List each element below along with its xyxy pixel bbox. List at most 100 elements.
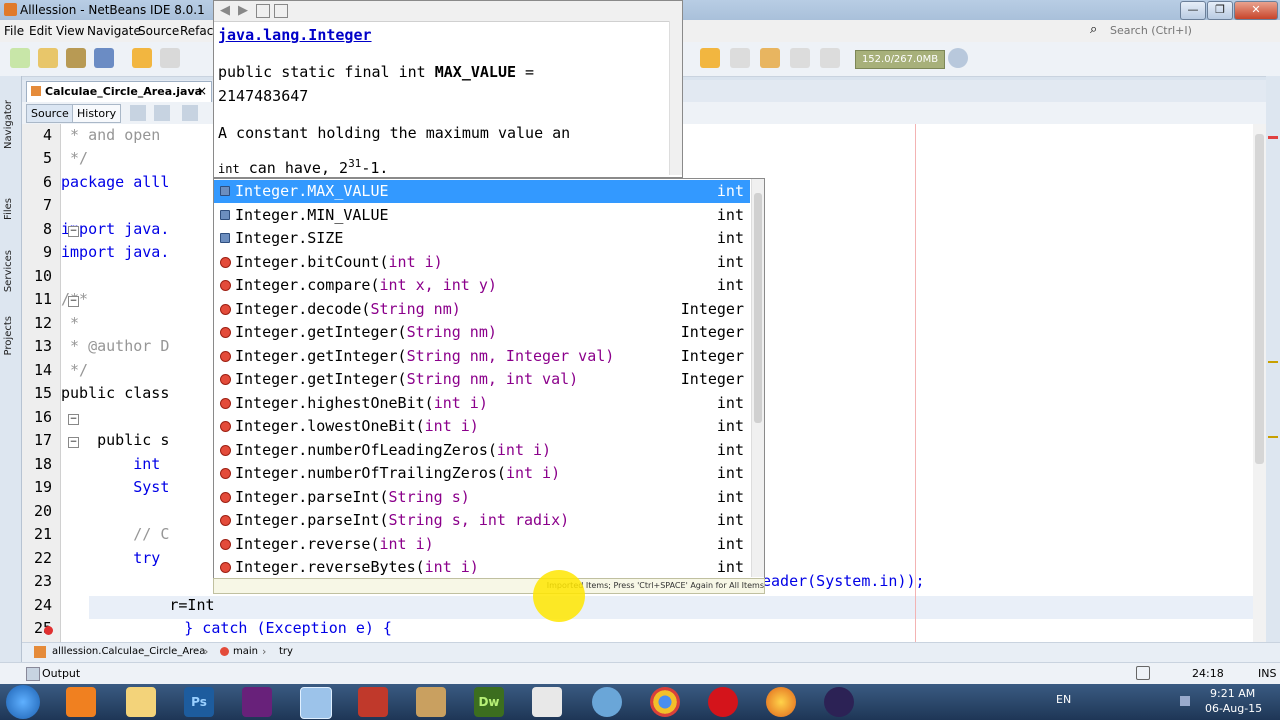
completion-item[interactable]: Integer.compare(int x, int y) int	[214, 274, 750, 297]
fold-toggle-icon[interactable]: −	[68, 226, 79, 237]
undo-icon[interactable]	[132, 48, 152, 68]
menu-source[interactable]: Source	[138, 24, 179, 38]
fold-toggle-icon[interactable]: −	[68, 437, 79, 448]
scrollbar-thumb[interactable]	[1255, 134, 1264, 464]
goto-source-icon[interactable]	[274, 4, 288, 18]
tools-icon[interactable]	[416, 687, 446, 717]
error-mark[interactable]	[1268, 136, 1278, 139]
completion-item[interactable]: Integer.getInteger(String nm) Integer	[214, 321, 750, 344]
fold-toggle-icon[interactable]: −	[68, 414, 79, 425]
javadoc-scrollbar[interactable]	[669, 21, 682, 175]
netbeans-icon	[4, 3, 17, 16]
completion-scrollbar[interactable]	[751, 179, 764, 577]
javadoc-class-link[interactable]: java.lang.Integer	[218, 26, 372, 44]
completion-name: Integer.getInteger(	[235, 346, 407, 365]
completion-item[interactable]: Integer.numberOfTrailingZeros(int i) int	[214, 462, 750, 485]
download-icon[interactable]	[700, 48, 720, 68]
clock-date[interactable]: 06-Aug-15	[1205, 702, 1262, 715]
back-arrow-icon[interactable]: ◀	[220, 3, 230, 18]
projects-tab[interactable]: Projects	[3, 316, 14, 355]
window-icon[interactable]	[532, 687, 562, 717]
right-margin-line	[915, 124, 916, 642]
completion-item[interactable]: Integer.reverse(int i) int	[214, 533, 750, 556]
error-marker-icon[interactable]	[44, 626, 53, 635]
attach-icon[interactable]	[820, 48, 840, 68]
gc-icon[interactable]	[948, 48, 968, 68]
editor-vertical-scrollbar[interactable]	[1253, 124, 1266, 642]
debug-icon[interactable]	[760, 48, 780, 68]
firefox-icon[interactable]	[766, 687, 796, 717]
completion-item[interactable]: Integer.parseInt(String s) int	[214, 486, 750, 509]
line-number: 4	[22, 126, 58, 148]
notifications-icon[interactable]	[1136, 666, 1150, 680]
history-tab[interactable]: History	[72, 104, 122, 123]
save-all-icon[interactable]	[94, 48, 114, 68]
clean-build-icon[interactable]	[730, 48, 750, 68]
completion-item[interactable]: Integer.MIN_VALUE int	[214, 204, 750, 227]
visual-studio-icon[interactable]	[242, 687, 272, 717]
fold-toggle-icon[interactable]: −	[68, 296, 79, 307]
files-tab[interactable]: Files	[3, 198, 14, 220]
photoshop-icon[interactable]: Ps	[184, 687, 214, 717]
menu-view[interactable]: View	[56, 24, 84, 38]
completion-item[interactable]: Integer.numberOfLeadingZeros(int i) int	[214, 439, 750, 462]
maximize-button[interactable]: ❐	[1207, 1, 1233, 20]
back-icon[interactable]	[154, 105, 170, 121]
tray-flag-icon[interactable]	[1180, 696, 1190, 706]
profile-icon[interactable]	[790, 48, 810, 68]
network-icon[interactable]	[592, 687, 622, 717]
services-tab[interactable]: Services	[3, 250, 14, 292]
last-edit-icon[interactable]	[130, 105, 146, 121]
language-indicator[interactable]: EN	[1056, 693, 1071, 706]
memory-indicator[interactable]: 152.0/267.0MB	[855, 50, 945, 69]
breadcrumb-block[interactable]: try	[279, 646, 293, 657]
open-project-icon[interactable]	[66, 48, 86, 68]
forward-arrow-icon[interactable]: ▶	[238, 3, 248, 18]
breadcrumb-method[interactable]: main	[233, 646, 258, 657]
close-button[interactable]: ✕	[1234, 1, 1278, 20]
warning-mark[interactable]	[1268, 361, 1278, 363]
output-tab[interactable]: Output	[42, 667, 80, 680]
completion-item[interactable]: Integer.getInteger(String nm, Integer va…	[214, 345, 750, 368]
breadcrumb-class[interactable]: alllession.Calculae_Circle_Area	[52, 646, 205, 657]
completion-item[interactable]: Integer.parseInt(String s, int radix) int	[214, 509, 750, 532]
completion-item[interactable]: Integer.MAX_VALUE int	[214, 180, 750, 203]
media-player-icon[interactable]	[66, 687, 96, 717]
navigator-tab[interactable]: Navigator	[3, 100, 14, 149]
completion-item-name: Integer.MIN_VALUE	[235, 204, 389, 227]
dreamweaver-icon[interactable]: Dw	[474, 687, 504, 717]
menu-file[interactable]: File	[4, 24, 24, 38]
completion-item[interactable]: Integer.SIZE int	[214, 227, 750, 250]
completion-item[interactable]: Integer.reverseBytes(int i) int	[214, 556, 750, 579]
completion-item[interactable]: Integer.bitCount(int i) int	[214, 251, 750, 274]
chrome-icon[interactable]	[650, 687, 680, 717]
explorer-icon[interactable]	[126, 687, 156, 717]
search-input[interactable]	[1108, 22, 1262, 39]
new-project-icon[interactable]	[38, 48, 58, 68]
line-number: 6	[22, 173, 58, 195]
tab-close-icon[interactable]: ×	[197, 84, 207, 98]
completion-item[interactable]: Integer.decode(String nm) Integer	[214, 298, 750, 321]
completion-item[interactable]: Integer.lowestOneBit(int i) int	[214, 415, 750, 438]
virtualbox-icon[interactable]	[300, 687, 332, 719]
tab-calculae-circle-area[interactable]: Calculae_Circle_Area.java ×	[26, 81, 212, 102]
completion-item[interactable]: Integer.getInteger(String nm, int val) In…	[214, 368, 750, 391]
menu-edit[interactable]: Edit	[29, 24, 52, 38]
filezilla-icon[interactable]	[358, 687, 388, 717]
completion-scroll-thumb[interactable]	[754, 193, 762, 423]
opera-icon[interactable]	[708, 687, 738, 717]
completion-item[interactable]: Integer.highestOneBit(int i) int	[214, 392, 750, 415]
line-number-text: 8	[42, 220, 52, 238]
clock-time[interactable]: 9:21 AM	[1210, 687, 1255, 700]
menu-navigate[interactable]: Navigate	[87, 24, 141, 38]
warning-mark[interactable]	[1268, 436, 1278, 438]
start-icon[interactable]	[6, 685, 40, 719]
source-tab[interactable]: Source	[26, 104, 74, 123]
minimize-button[interactable]: —	[1180, 1, 1206, 20]
new-file-icon[interactable]	[10, 48, 30, 68]
completion-return-type: int	[716, 511, 744, 529]
open-browser-icon[interactable]	[256, 4, 270, 18]
eclipse-icon[interactable]	[824, 687, 854, 717]
redo-icon[interactable]	[160, 48, 180, 68]
forward-icon[interactable]	[182, 105, 198, 121]
